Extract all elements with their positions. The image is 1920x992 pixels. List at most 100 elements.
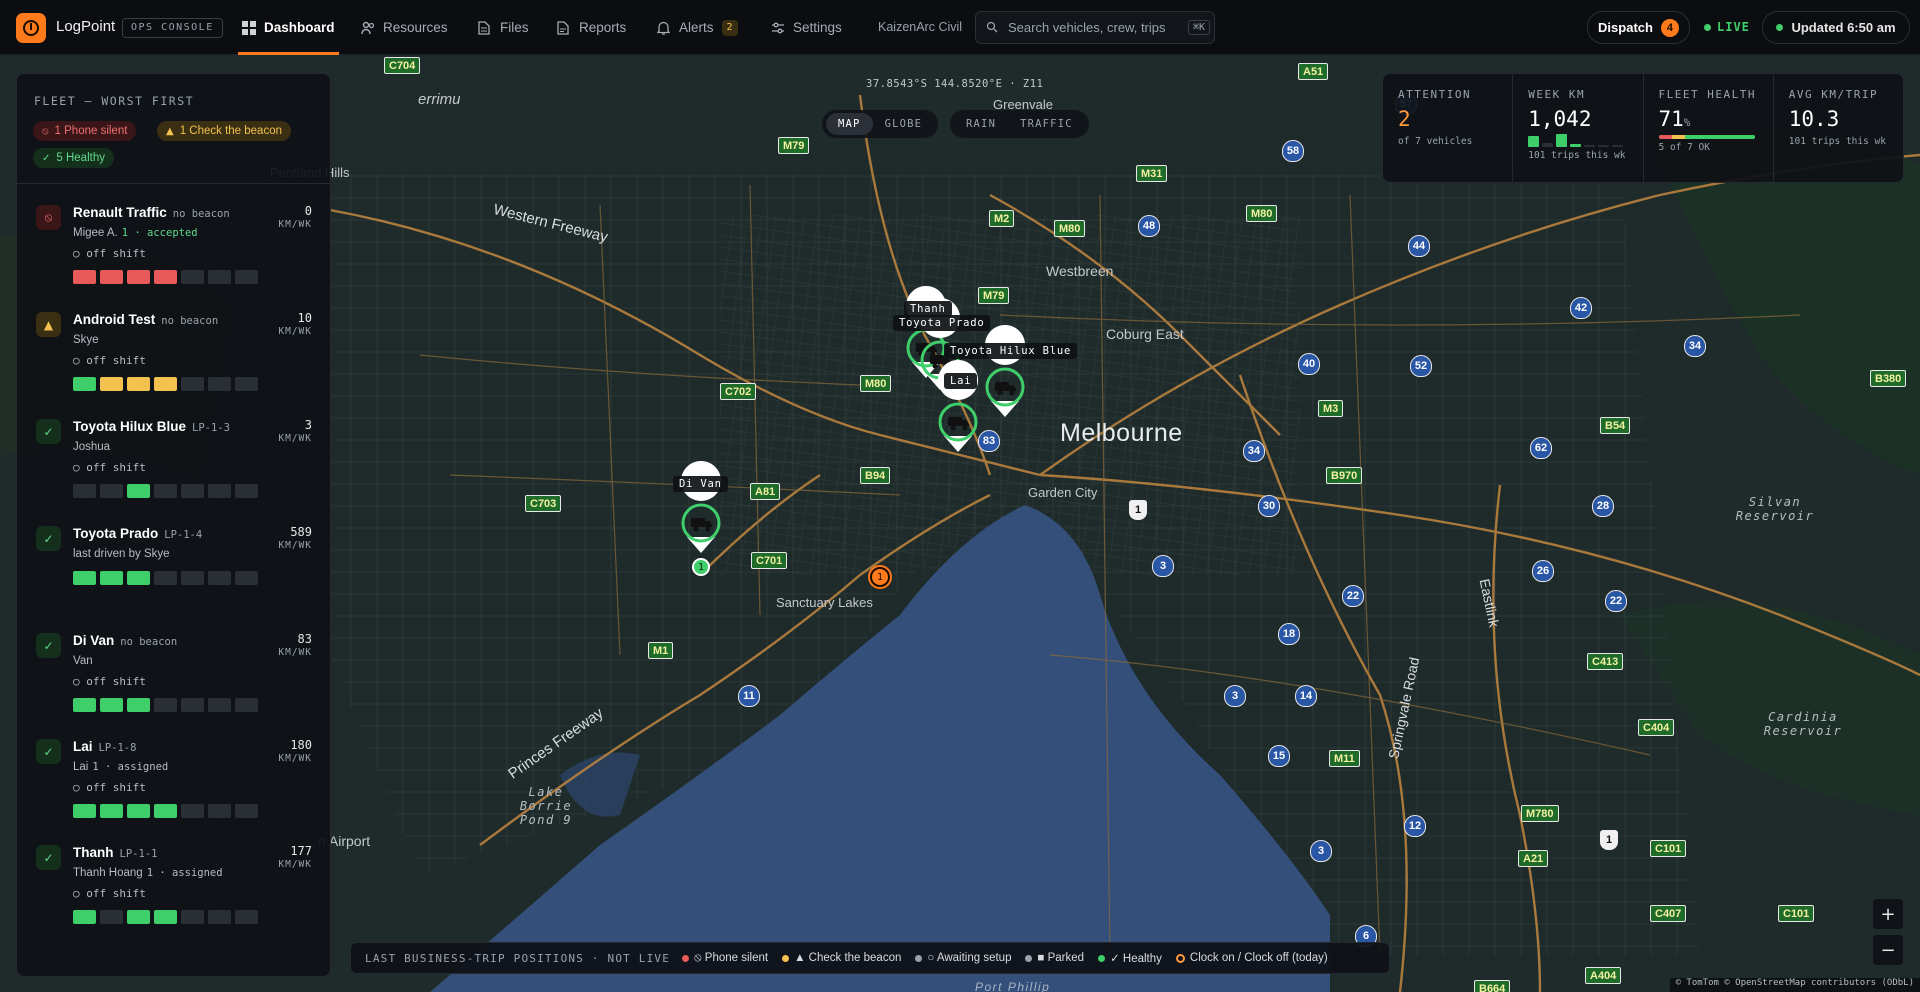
activity-bar <box>100 910 123 924</box>
road-shield: C702 <box>720 383 757 400</box>
nav-resources[interactable]: Resources <box>361 0 448 55</box>
activity-bar <box>100 484 123 498</box>
activity-bar <box>154 698 177 712</box>
driver-name: Skye <box>73 334 99 346</box>
vehicle-row[interactable]: ✓ Thanh LP-1-1 Thanh Hoang 1 · assigned ○ … <box>17 840 330 946</box>
live-label: LIVE <box>1717 20 1750 34</box>
cluster-badge-orange[interactable]: 1 <box>870 567 890 587</box>
vehicle-row[interactable]: ▲ Android Test no beacon Skye ○ off shift… <box>17 307 330 413</box>
vehicle-km: 0 KM/WK <box>278 205 312 231</box>
stat-attention[interactable]: ATTENTION 2 of 7 vehicles <box>1383 74 1514 182</box>
search-input[interactable] <box>1008 20 1178 35</box>
overlay-traffic[interactable]: TRAFFIC <box>1008 113 1085 135</box>
updated-time-pill[interactable]: Updated 6:50 am <box>1762 11 1910 44</box>
vehicle-tag: LP-1-1 <box>119 848 158 860</box>
stat-fleet-health[interactable]: FLEET HEALTH 71% 5 of 7 OK <box>1644 74 1774 182</box>
view-mode-map[interactable]: MAP <box>826 113 873 135</box>
vehicle-status-icon: ⦸ <box>36 205 61 230</box>
vehicle-row[interactable]: ✓ Di Van no beacon Van ○ off shift 83 KM/W… <box>17 628 330 734</box>
road-shield: 11 <box>738 685 760 707</box>
activity-bar <box>100 804 123 818</box>
km-value: 589 <box>290 525 312 539</box>
search-box[interactable]: ⌘K <box>975 11 1215 44</box>
km-value: 83 <box>297 632 312 646</box>
vehicle-name: Thanh <box>73 845 114 860</box>
km-value: 180 <box>290 738 312 752</box>
road-shield: 52 <box>1410 355 1432 377</box>
live-indicator: LIVE <box>1704 20 1750 34</box>
vehicle-row[interactable]: ✓ Toyota Prado LP-1-4 last driven by Skye… <box>17 521 330 627</box>
legend-swatch-icon <box>1175 953 1185 963</box>
km-unit: KM/WK <box>278 433 312 444</box>
trip-status: 1 · assigned <box>146 867 223 879</box>
fleet-panel-title: FLEET — WORST FIRST <box>34 94 195 108</box>
vehicle-km: 177 KM/WK <box>278 845 312 871</box>
overlay-toggle: RAIN TRAFFIC <box>950 110 1089 138</box>
legend-label: ○ Awaiting setup <box>927 952 1012 964</box>
vehicle-row[interactable]: ✓ Toyota Hilux Blue LP-1-3 Joshua ○ off s… <box>17 414 330 520</box>
activity-bar <box>208 270 231 284</box>
fleet-health-bar <box>1658 135 1755 139</box>
road-shield: M31 <box>1136 165 1168 182</box>
km-unit: KM/WK <box>278 540 312 551</box>
activity-bar <box>208 377 231 391</box>
cluster-badge-green[interactable]: 1 <box>692 558 710 576</box>
nav-label: Files <box>500 20 529 35</box>
status-dot-icon <box>1776 24 1784 31</box>
report-icon <box>557 20 571 35</box>
activity-bar <box>181 698 204 712</box>
activity-bar <box>208 571 231 585</box>
vehicle-name: Toyota Prado <box>73 526 159 541</box>
activity-bar <box>208 698 231 712</box>
stat-value: 71 <box>1658 107 1684 131</box>
activity-bar <box>208 910 231 924</box>
nav-reports[interactable]: Reports <box>557 0 626 55</box>
nav-dashboard[interactable]: Dashboard <box>238 0 339 55</box>
stat-sub: 5 of 7 OK <box>1658 142 1710 153</box>
place-label-coburg-east: Coburg East <box>1106 326 1184 342</box>
nav-settings[interactable]: Settings <box>771 0 842 55</box>
organization-name[interactable]: KaizenArc Civil <box>878 20 962 34</box>
stat-avg-km[interactable]: AVG KM/TRIP 10.3 101 trips this wk <box>1774 74 1903 182</box>
nav-alerts[interactable]: Alerts 2 <box>656 0 738 55</box>
legend-swatch-icon <box>1025 954 1033 962</box>
stat-label: FLEET HEALTH <box>1658 88 1756 101</box>
activity-bar <box>73 910 96 924</box>
vehicle-row[interactable]: ✓ Lai LP-1-8 Lai 1 · assigned ○ off shift … <box>17 734 330 840</box>
activity-bar <box>73 377 96 391</box>
vehicle-km: 180 KM/WK <box>278 739 312 765</box>
road-shield: A81 <box>750 483 781 500</box>
zoom-out-button[interactable]: − <box>1873 935 1903 965</box>
bell-icon <box>656 21 671 35</box>
vehicle-name: Android Test <box>73 312 156 327</box>
week-km-sparkline <box>1528 133 1642 147</box>
nav-label: Dashboard <box>264 20 335 35</box>
zoom-in-button[interactable]: + <box>1873 899 1903 929</box>
nav-label: Reports <box>579 20 627 35</box>
activity-bar <box>154 377 177 391</box>
filter-chip-check-beacon[interactable]: ▲ 1 Check the beacon <box>157 121 291 141</box>
top-navigation-bar: LogPoint OPS CONSOLE Dashboard Resources… <box>0 0 1920 55</box>
filter-chip-phone-silent[interactable]: ⦸ 1 Phone silent <box>33 121 137 141</box>
legend-label: ■ Parked <box>1037 952 1085 964</box>
activity-bar <box>181 571 204 585</box>
dispatch-button[interactable]: Dispatch 4 <box>1587 11 1690 44</box>
stat-week-km[interactable]: WEEK KM 1,042 101 trips this wk <box>1513 74 1644 182</box>
filter-chip-healthy[interactable]: ✓ 5 Healthy <box>33 148 114 168</box>
road-shield: M11 <box>1329 750 1360 767</box>
view-mode-globe[interactable]: GLOBE <box>873 113 935 135</box>
road-shield: 3 <box>1152 555 1174 577</box>
overlay-rain[interactable]: RAIN <box>954 113 1008 135</box>
nav-files[interactable]: Files <box>478 0 529 55</box>
driver-name: Joshua <box>73 441 111 453</box>
road-shield: C404 <box>1638 719 1675 736</box>
activity-bar <box>181 270 204 284</box>
logpoint-logo-icon[interactable] <box>16 13 46 43</box>
activity-bar <box>235 484 258 498</box>
road-shield: 1 <box>1129 500 1147 520</box>
legend-swatch-icon <box>915 954 923 962</box>
km-value: 177 <box>290 844 312 858</box>
activity-bar <box>127 910 150 924</box>
road-shield: C704 <box>384 57 421 74</box>
vehicle-row[interactable]: ⦸ Renault Traffic no beacon Migee A. 1 · a… <box>17 200 330 306</box>
